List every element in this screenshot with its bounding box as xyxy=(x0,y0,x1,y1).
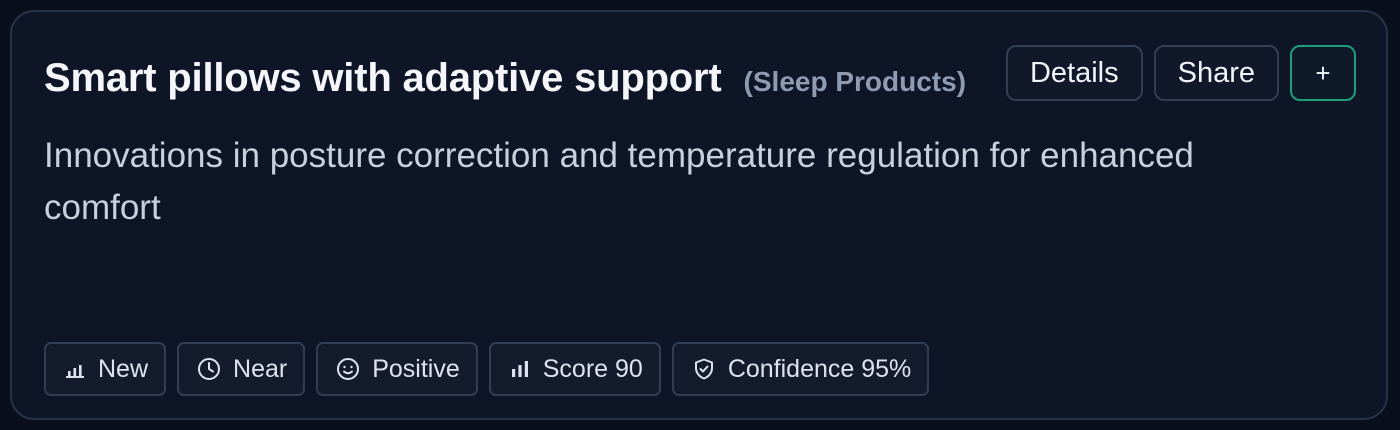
card-category: (Sleep Products) xyxy=(743,66,967,97)
smile-icon xyxy=(336,357,360,381)
clock-icon xyxy=(197,357,221,381)
bar-chart-icon xyxy=(509,358,531,380)
chip-row: New Near Positive Score 90 Confidence 95… xyxy=(44,342,930,396)
chip-label: Score 90 xyxy=(542,354,643,383)
add-button[interactable]: + xyxy=(1290,45,1356,101)
card-title: Smart pillows with adaptive support xyxy=(44,56,722,100)
chip-label: Confidence 95% xyxy=(727,354,912,383)
chip-sentiment: Positive xyxy=(316,342,478,396)
bar-chart-low-icon xyxy=(64,358,86,380)
chip-score: Score 90 xyxy=(488,342,661,396)
card-description: Innovations in posture correction and te… xyxy=(44,136,1194,227)
card-actions: Details Share + xyxy=(1005,45,1356,101)
trend-card: Smart pillows with adaptive support (Sle… xyxy=(10,10,1388,420)
shield-check-icon xyxy=(692,357,716,381)
chip-timeframe: Near xyxy=(177,342,306,396)
chip-label: Near xyxy=(233,354,288,383)
chip-status: New xyxy=(44,342,167,396)
chip-label: Positive xyxy=(372,354,460,383)
details-button[interactable]: Details xyxy=(1005,45,1143,101)
chip-label: New xyxy=(98,354,149,383)
title-row: Smart pillows with adaptive support (Sle… xyxy=(44,56,966,101)
chip-confidence: Confidence 95% xyxy=(671,342,930,396)
share-button[interactable]: Share xyxy=(1153,45,1279,101)
